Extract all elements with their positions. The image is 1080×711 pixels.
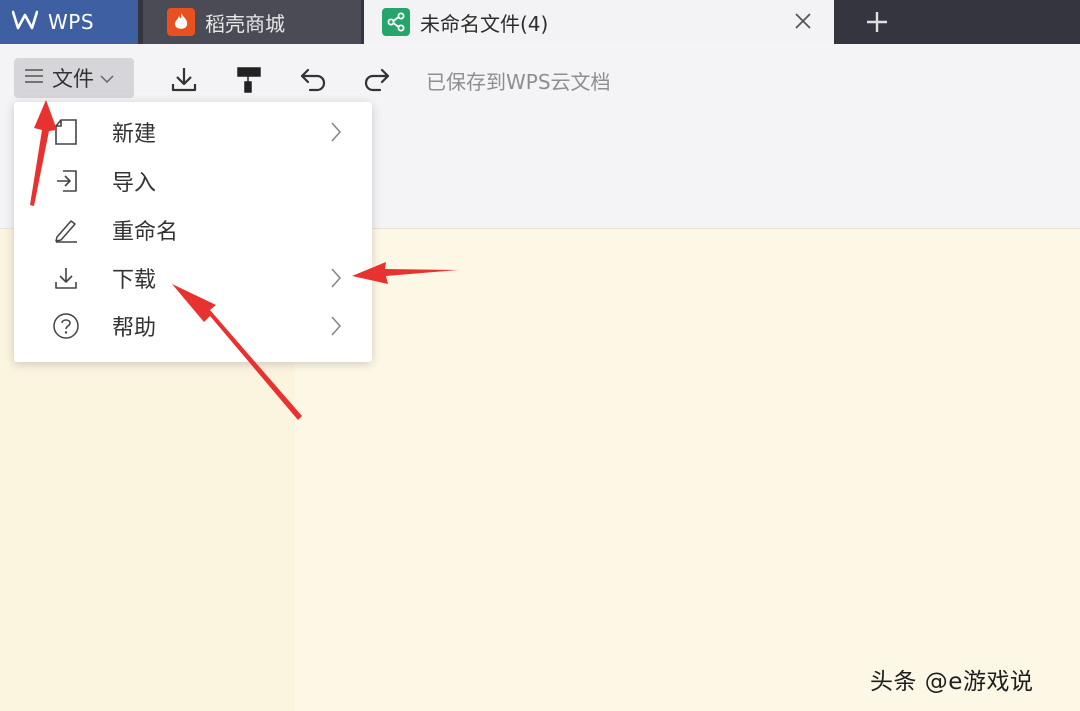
tab-docer-store-label: 稻壳商城 [205, 11, 285, 36]
menu-item-new-label: 新建 [112, 122, 157, 147]
menu-item-download[interactable]: 下载 [14, 254, 372, 302]
chevron-down-icon [100, 69, 114, 88]
save-status-text: 已保存到WPS云文档 [426, 70, 611, 94]
tab-wps-home[interactable]: WPS [0, 0, 138, 44]
chevron-right-icon [324, 120, 348, 144]
menu-item-help-label: 帮助 [112, 316, 157, 341]
file-menu-label: 文件 [52, 67, 94, 91]
new-file-icon [50, 116, 82, 148]
mindmap-logo-icon [382, 8, 410, 36]
menu-item-download-label: 下载 [112, 268, 157, 293]
tab-current-document[interactable]: 未命名文件(4) [364, 0, 834, 44]
menu-item-rename-label: 重命名 [112, 220, 179, 245]
rename-pencil-icon [50, 214, 82, 246]
file-dropdown-menu: 新建 导入 重命名 下载 帮助 [14, 102, 372, 362]
download-icon [50, 262, 82, 294]
chevron-right-icon [324, 314, 348, 338]
chevron-right-icon [324, 266, 348, 290]
docer-logo-icon [167, 8, 195, 36]
tab-bar: WPS 稻壳商城 未命名文件(4) [0, 0, 1080, 44]
tab-wps-label: WPS [48, 10, 95, 34]
undo-icon[interactable] [296, 62, 330, 96]
menu-item-new[interactable]: 新建 [14, 108, 372, 156]
tab-docer-store[interactable]: 稻壳商城 [143, 0, 361, 44]
menu-item-rename[interactable]: 重命名 [14, 206, 372, 254]
menu-item-import[interactable]: 导入 [14, 157, 372, 205]
help-icon [50, 310, 82, 342]
file-menu-button[interactable]: 文件 [14, 58, 134, 98]
import-icon [50, 165, 82, 197]
new-tab-plus-icon[interactable] [860, 6, 894, 38]
download-icon[interactable] [167, 62, 201, 96]
menu-item-help[interactable]: 帮助 [14, 302, 372, 350]
close-tab-icon[interactable] [790, 8, 816, 34]
format-painter-icon[interactable] [232, 62, 266, 96]
hamburger-icon [24, 68, 44, 88]
tab-current-document-label: 未命名文件(4) [420, 11, 549, 36]
redo-icon[interactable] [360, 62, 394, 96]
menu-item-import-label: 导入 [112, 171, 157, 196]
watermark-text: 头条 @e游戏说 [870, 669, 1034, 695]
wps-logo-icon [11, 9, 39, 35]
